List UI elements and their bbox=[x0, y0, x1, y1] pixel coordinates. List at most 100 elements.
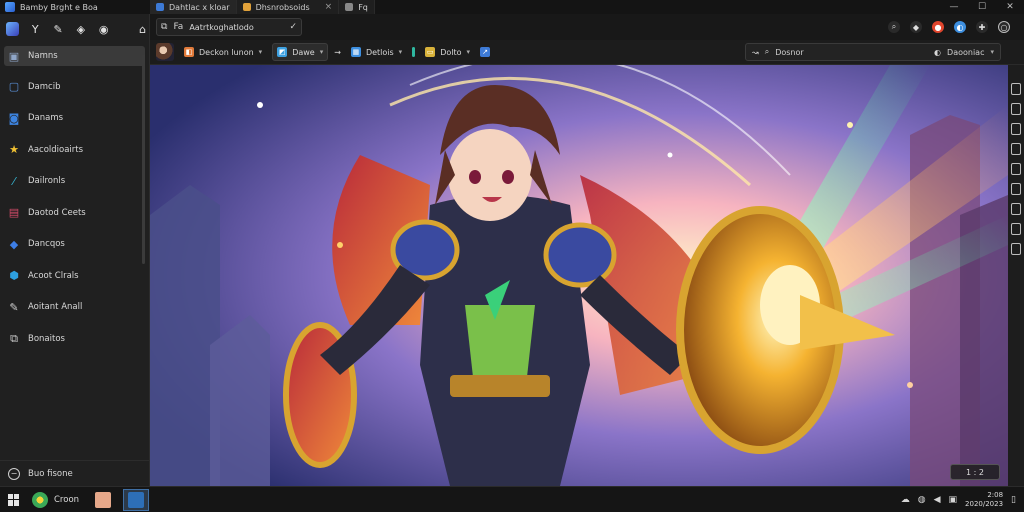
sidebar-item-label: Dancqos bbox=[28, 239, 65, 249]
chevron-down-icon: ▾ bbox=[466, 48, 471, 56]
shield-icon: ⬢ bbox=[9, 269, 19, 282]
chevron-down-icon: ▾ bbox=[990, 48, 994, 56]
minimize-button[interactable]: — bbox=[940, 0, 968, 14]
toolbar-button-4[interactable]: ▭ Dolto ▾ bbox=[421, 43, 474, 61]
tab-1[interactable]: Dahtlac x kloar bbox=[150, 0, 237, 14]
cloud-icon[interactable]: ☁ bbox=[901, 495, 910, 505]
sidebar-item-daotod-ceets[interactable]: ▤ Daotod Ceets bbox=[4, 199, 145, 226]
sidebar-footer[interactable]: − Buo fisone bbox=[0, 460, 150, 486]
page-icon[interactable] bbox=[1011, 243, 1021, 255]
page-icon[interactable] bbox=[1011, 223, 1021, 235]
pen-icon[interactable]: ✎ bbox=[52, 22, 65, 36]
thumbnail[interactable] bbox=[156, 43, 174, 61]
folder-icon: ▭ bbox=[425, 47, 436, 57]
maximize-button[interactable]: ☐ bbox=[968, 0, 996, 14]
toolbar-button-label: Dawe bbox=[292, 47, 315, 57]
sidebar-item-label: Aoitant Anall bbox=[28, 302, 83, 312]
page-icon[interactable] bbox=[1011, 143, 1021, 155]
sidebar-item-dancqos[interactable]: ◆ Dancqos bbox=[4, 231, 145, 258]
anime-warrior-illustration bbox=[150, 65, 1008, 486]
page-icon[interactable] bbox=[1011, 83, 1021, 95]
page-icon[interactable] bbox=[1011, 123, 1021, 135]
system-tray: ☁ ◍ ◀ ▣ 2:08 2020/2023 ▯ bbox=[901, 491, 1024, 509]
toolbar-button-3[interactable]: ▦ Detlois ▾ bbox=[347, 43, 406, 61]
export-icon[interactable]: ↗ bbox=[480, 47, 491, 57]
photo-icon: ◙ bbox=[8, 111, 20, 125]
page-icon[interactable] bbox=[1011, 163, 1021, 175]
settings-icon: − bbox=[8, 467, 20, 480]
clear-icon[interactable]: ◐ bbox=[934, 48, 941, 57]
tool-icon: ✎ bbox=[9, 300, 19, 314]
sidebar-item-damcib[interactable]: ▢ Damcib bbox=[4, 73, 145, 100]
sidebar-item-label: Daotod Ceets bbox=[28, 207, 86, 218]
image-icon: ▣ bbox=[8, 49, 20, 63]
y-icon[interactable]: Y bbox=[29, 22, 42, 36]
volume-icon[interactable]: ◀ bbox=[934, 495, 941, 505]
sidebar-item-label: Bonaitos bbox=[28, 333, 65, 344]
search-box[interactable]: ↝ ⌕ Dosnor ◐ Daooniac ▾ bbox=[745, 43, 1001, 61]
sidebar-item-dailronls[interactable]: ⁄ Dailronls bbox=[4, 168, 145, 195]
network-icon[interactable]: ▣ bbox=[949, 495, 958, 505]
clock[interactable]: 2:08 2020/2023 bbox=[965, 491, 1003, 509]
tab-3[interactable]: Fq bbox=[339, 0, 375, 14]
close-button[interactable]: ✕ bbox=[996, 0, 1024, 14]
image-canvas[interactable]: 1 : 2 bbox=[150, 65, 1008, 486]
zoom-label: 1 : 2 bbox=[966, 467, 984, 477]
tab-close-icon[interactable]: × bbox=[325, 2, 333, 12]
sidebar-item-bonaitos[interactable]: ⧉ Bonaitos bbox=[4, 325, 145, 352]
sidebar-item-namns[interactable]: ▣ Namns bbox=[4, 46, 145, 66]
notification-icon[interactable]: ▯ bbox=[1011, 495, 1016, 505]
address-bar[interactable]: ⧉ Fa Aatrtkoghatlodo ✓ bbox=[156, 18, 302, 36]
start-icon[interactable] bbox=[8, 493, 20, 506]
taskbar-app-photos[interactable] bbox=[91, 489, 115, 511]
search-input[interactable]: Dosnor bbox=[775, 48, 928, 57]
bag-icon[interactable]: ◆ bbox=[910, 21, 922, 33]
page-icon[interactable] bbox=[1011, 103, 1021, 115]
search-icon[interactable]: ⌕ bbox=[888, 21, 900, 33]
shield-icon[interactable]: ◍ bbox=[918, 495, 926, 505]
toolbar-button-2[interactable]: ◩ Dawe ▾ bbox=[272, 43, 329, 61]
page-icon[interactable] bbox=[1011, 203, 1021, 215]
taskbar-app-browser[interactable]: Croon bbox=[28, 489, 83, 511]
page-icon[interactable] bbox=[1011, 183, 1021, 195]
link-icon[interactable]: ⇝ bbox=[334, 48, 341, 57]
extension-icon[interactable]: ✚ bbox=[976, 21, 988, 33]
sidebar-item-acoot-clrals[interactable]: ⬢ Acoot Clrals bbox=[4, 262, 145, 289]
toolbar-button-1[interactable]: ◧ Deckon lunon ▾ bbox=[180, 43, 266, 61]
page-icon: ⧉ bbox=[161, 22, 168, 32]
square-icon: ▢ bbox=[8, 80, 20, 93]
sidebar-item-label: Dailronls bbox=[28, 176, 66, 186]
logo-icon[interactable] bbox=[6, 22, 19, 36]
home-icon[interactable]: ⌂ bbox=[136, 22, 149, 36]
sidebar-item-label: Danams bbox=[28, 113, 64, 123]
check-icon[interactable]: ✓ bbox=[289, 22, 297, 32]
tag-icon: ◆ bbox=[9, 237, 19, 251]
layer-icon: ◧ bbox=[184, 47, 194, 57]
sidebar-item-label: Namns bbox=[28, 51, 58, 61]
filter-icon: ◩ bbox=[277, 47, 288, 57]
sidebar-item-danams[interactable]: ◙ Danams bbox=[4, 105, 145, 132]
record-icon[interactable]: ● bbox=[932, 21, 944, 33]
sidebar-scrollbar[interactable] bbox=[142, 54, 145, 264]
taskbar: Croon ☁ ◍ ◀ ▣ 2:08 2020/2023 ▯ bbox=[0, 486, 1024, 512]
search-filter[interactable]: Daooniac bbox=[947, 48, 984, 57]
sidebar-item-aacoldioairts[interactable]: ★ Aacoldioairts bbox=[4, 136, 145, 163]
address-prefix: Fa bbox=[173, 22, 184, 32]
taskbar-app-label: Croon bbox=[54, 494, 80, 505]
divider-icon bbox=[412, 47, 416, 57]
sync-icon[interactable]: ◐ bbox=[954, 21, 966, 33]
sidebar-item-label: Damcib bbox=[28, 81, 61, 92]
taskbar-app-viewer[interactable] bbox=[123, 488, 150, 511]
sidebar-footer-label: Buo fisone bbox=[28, 468, 73, 479]
toolbar-button-label: Detlois bbox=[365, 47, 394, 57]
title-bar: Bamby Brght e Boa Dahtlac x kloar Dhsnro… bbox=[0, 0, 1024, 14]
browser-icon bbox=[32, 491, 48, 508]
drop-icon[interactable]: ◈ bbox=[74, 22, 87, 36]
sidebar-item-aoitant-anall[interactable]: ✎ Aoitant Anall bbox=[4, 294, 145, 321]
tab-2[interactable]: Dhsnrobsoids × bbox=[236, 0, 340, 14]
sidebar-toolbar: Y ✎ ◈ ◉ ⌂ bbox=[0, 14, 149, 44]
profile-icon[interactable]: ○ bbox=[998, 21, 1010, 33]
tab-label: Fq bbox=[358, 2, 368, 12]
circle-icon[interactable]: ◉ bbox=[97, 22, 110, 36]
zoom-control[interactable]: 1 : 2 bbox=[950, 464, 1000, 480]
